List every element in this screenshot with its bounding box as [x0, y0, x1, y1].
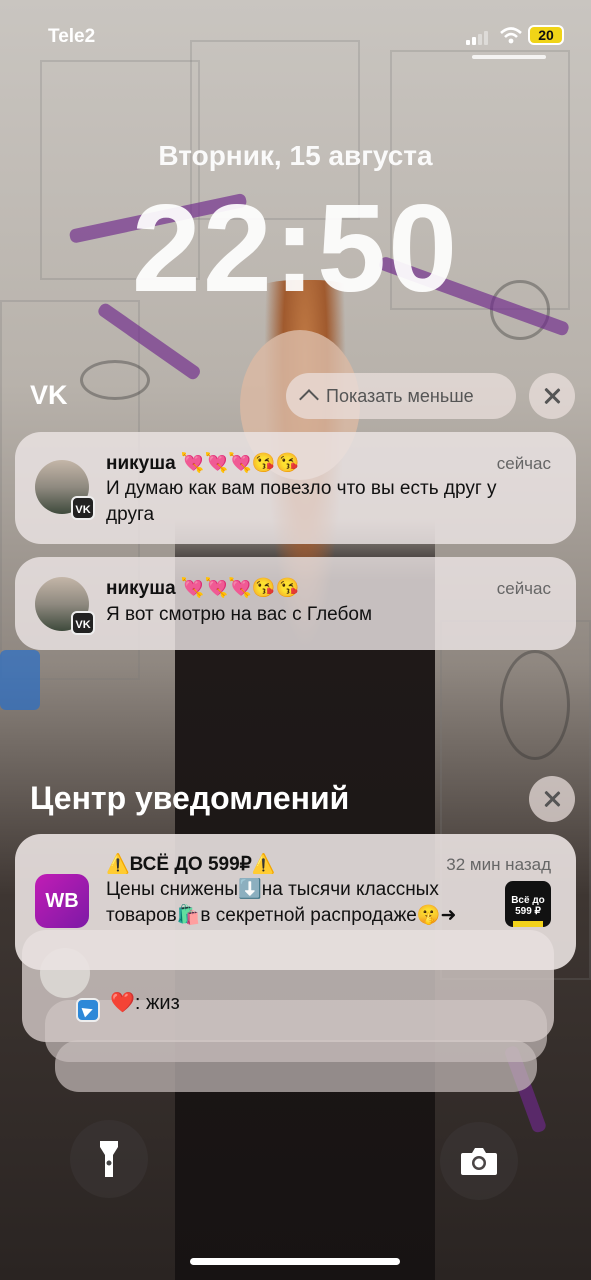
notification-center-title: Центр уведомлений	[30, 780, 350, 816]
camera-icon	[461, 1148, 497, 1175]
home-indicator[interactable]	[190, 1258, 400, 1265]
notification-text: Я вот смотрю на вас с Глебом	[106, 604, 373, 625]
show-less-button[interactable]: Показать меньше	[286, 373, 516, 419]
notification-time: сейчас	[496, 454, 551, 473]
notification-time: сейчас	[496, 579, 551, 598]
lock-date: Вторник, 15 августа	[158, 140, 433, 171]
telegram-icon	[76, 998, 100, 1022]
vk-icon: VK	[71, 611, 95, 635]
close-icon	[543, 387, 561, 405]
battery-indicator: 20	[528, 25, 564, 45]
telegram-text: ❤️: жиз	[110, 992, 180, 1014]
signal-icon	[466, 31, 488, 45]
clear-all-button[interactable]	[529, 776, 575, 822]
app-group-label: VK	[30, 380, 68, 410]
wifi-icon	[500, 27, 522, 44]
notification-text: Цены снижены⬇️на тысячи классных товаров…	[106, 879, 457, 926]
flashlight-button[interactable]	[70, 1120, 148, 1198]
camera-button[interactable]	[440, 1122, 518, 1200]
notification-sender: никуша 💘💘💘😘😘	[106, 578, 300, 599]
notification-sender: никуша 💘💘💘😘😘	[106, 453, 300, 474]
wb-notification[interactable]: WB ⚠️ВСЁ ДО 599₽⚠️ 32 мин назад Цены сни…	[15, 834, 576, 970]
chevron-up-icon	[299, 389, 319, 409]
status-bar: Tele2 20	[0, 0, 591, 70]
notification-time: 32 мин назад	[446, 855, 551, 874]
notification-sender: ⚠️ВСЁ ДО 599₽⚠️	[106, 854, 276, 875]
notification-card[interactable]: VK никуша 💘💘💘😘😘 сейчас Я вот смотрю на в…	[15, 557, 576, 650]
clear-group-button[interactable]	[529, 373, 575, 419]
promo-thumbnail: Всё до 599 ₽	[505, 881, 551, 927]
vk-icon: VK	[71, 496, 95, 520]
show-less-label: Показать меньше	[326, 385, 474, 406]
notification-text: И думаю как вам повезло что вы есть друг…	[106, 478, 497, 525]
notification-card[interactable]: VK никуша 💘💘💘😘😘 сейчас И думаю как вам п…	[15, 432, 576, 544]
flashlight-icon	[100, 1141, 118, 1177]
wildberries-logo: WB	[35, 874, 89, 928]
lock-time: 22:50	[131, 180, 460, 318]
close-icon	[543, 790, 561, 808]
carrier-label: Tele2	[48, 26, 96, 47]
control-center-handle[interactable]	[472, 55, 546, 59]
